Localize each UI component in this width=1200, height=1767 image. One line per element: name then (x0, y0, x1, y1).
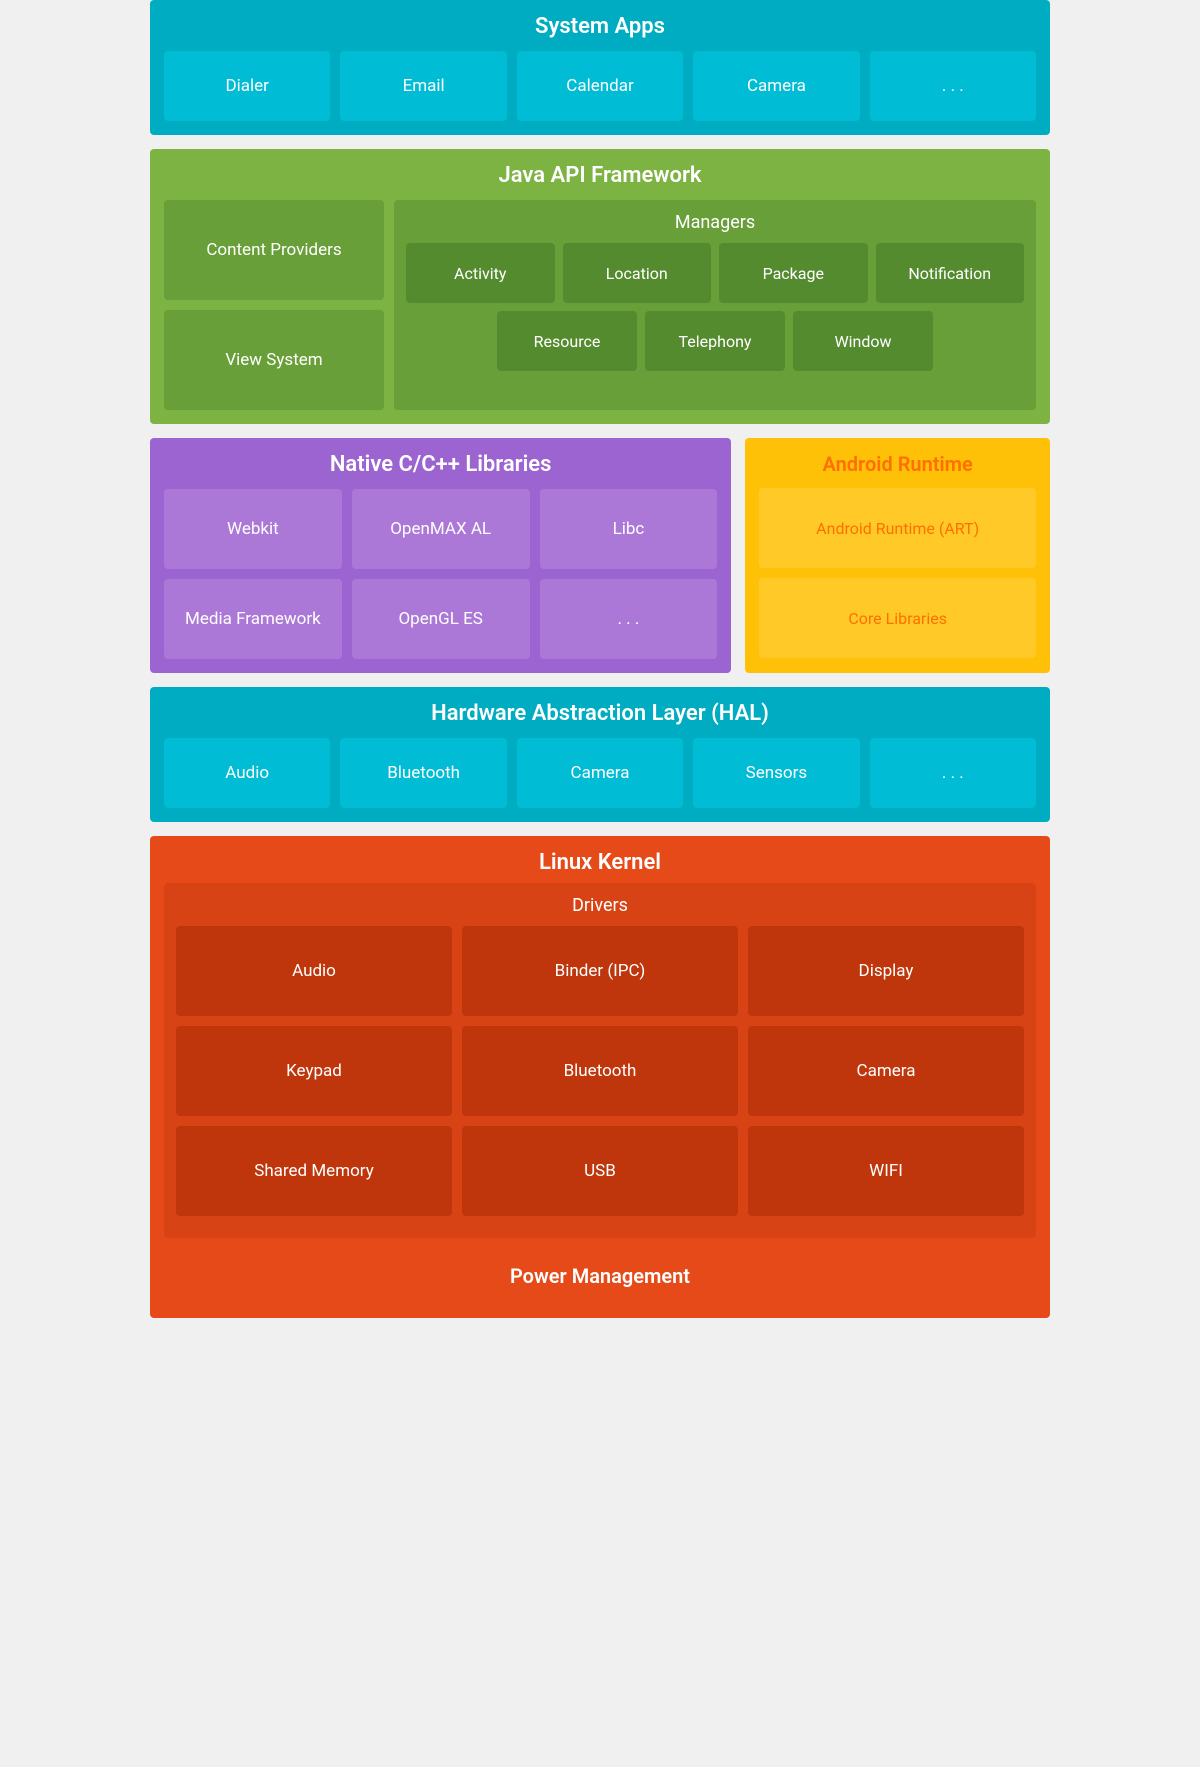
system-apps-card: Dialer (164, 51, 330, 121)
java-api-title: Java API Framework (164, 163, 1036, 188)
driver-card: WIFI (748, 1126, 1024, 1216)
native-lib-card: OpenGL ES (352, 579, 530, 659)
drivers-title: Drivers (176, 895, 1024, 916)
driver-card: Display (748, 926, 1024, 1016)
system-apps-card: Calendar (517, 51, 683, 121)
hal-card: Bluetooth (340, 738, 506, 808)
native-lib-card: Webkit (164, 489, 342, 569)
manager-card: Location (563, 243, 712, 303)
native-lib-card: Media Framework (164, 579, 342, 659)
driver-card: Binder (IPC) (462, 926, 738, 1016)
power-mgmt: Power Management (164, 1248, 1036, 1304)
driver-card: USB (462, 1126, 738, 1216)
hal-layer: Hardware Abstraction Layer (HAL) AudioBl… (150, 687, 1050, 822)
hal-card: Sensors (693, 738, 859, 808)
system-apps-card: Camera (693, 51, 859, 121)
art-card: Core Libraries (759, 578, 1036, 658)
linux-kernel-layer: Linux Kernel Drivers AudioBinder (IPC)Di… (150, 836, 1050, 1318)
native-lib-card: . . . (540, 579, 718, 659)
driver-card: Audio (176, 926, 452, 1016)
java-api-left-card: View System (164, 310, 384, 410)
driver-card: Shared Memory (176, 1126, 452, 1216)
android-runtime-layer: Android Runtime Android Runtime (ART) Cor… (745, 438, 1050, 673)
system-apps-card: . . . (870, 51, 1036, 121)
java-api-content: Content ProvidersView System Managers Ac… (164, 200, 1036, 410)
native-libs-layer: Native C/C++ Libraries WebkitOpenMAX ALL… (150, 438, 731, 673)
android-runtime-title: Android Runtime (759, 452, 1036, 476)
hal-title: Hardware Abstraction Layer (HAL) (164, 701, 1036, 726)
java-api-left: Content ProvidersView System (164, 200, 384, 410)
linux-kernel-title: Linux Kernel (164, 850, 1036, 875)
managers-title: Managers (406, 212, 1024, 233)
hal-card: Camera (517, 738, 683, 808)
system-apps-card: Email (340, 51, 506, 121)
native-runtime-row: Native C/C++ Libraries WebkitOpenMAX ALL… (150, 438, 1050, 673)
manager-card: Activity (406, 243, 555, 303)
system-apps-title: System Apps (164, 14, 1036, 39)
driver-card: Camera (748, 1026, 1024, 1116)
native-lib-card: Libc (540, 489, 718, 569)
native-lib-card: OpenMAX AL (352, 489, 530, 569)
manager-card: Notification (876, 243, 1025, 303)
hal-card: Audio (164, 738, 330, 808)
native-libs-title: Native C/C++ Libraries (164, 452, 717, 477)
hal-card: . . . (870, 738, 1036, 808)
managers-row-2: ResourceTelephonyWindow (406, 311, 1024, 371)
hal-cards: AudioBluetoothCameraSensors. . . (164, 738, 1036, 808)
art-card: Android Runtime (ART) (759, 488, 1036, 568)
driver-card: Bluetooth (462, 1026, 738, 1116)
system-apps-layer: System Apps DialerEmailCalendarCamera. .… (150, 0, 1050, 135)
java-api-layer: Java API Framework Content ProvidersView… (150, 149, 1050, 424)
drivers-grid: AudioBinder (IPC)Display KeypadBluetoothC… (176, 926, 1024, 1216)
native-libs-cards: WebkitOpenMAX ALLibc Media FrameworkOpenG… (164, 489, 717, 659)
drivers-box: Drivers AudioBinder (IPC)Display KeypadBl… (164, 883, 1036, 1238)
system-apps-cards: DialerEmailCalendarCamera. . . (164, 51, 1036, 121)
manager-card: Window (793, 311, 933, 371)
driver-card: Keypad (176, 1026, 452, 1116)
manager-card: Telephony (645, 311, 785, 371)
manager-card: Resource (497, 311, 637, 371)
manager-card: Package (719, 243, 868, 303)
java-api-left-card: Content Providers (164, 200, 384, 300)
managers-box: Managers ActivityLocationPackageNotifica… (394, 200, 1036, 410)
managers-row-1: ActivityLocationPackageNotification (406, 243, 1024, 303)
